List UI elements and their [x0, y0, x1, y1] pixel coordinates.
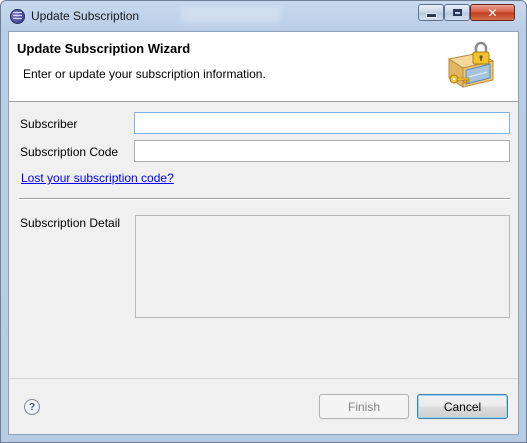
cancel-button[interactable]: Cancel — [417, 394, 508, 419]
title-bar[interactable]: Update Subscription ✕ — [1, 1, 526, 31]
maximize-icon — [452, 9, 462, 16]
subscriber-input[interactable] — [134, 112, 510, 134]
dialog-window: Update Subscription ✕ Update Subscriptio… — [0, 0, 527, 443]
wizard-body: Subscriber Subscription Code Lost your s… — [9, 102, 518, 392]
wizard-header: Update Subscription Wizard Enter or upda… — [9, 32, 518, 102]
footer-separator — [9, 378, 518, 379]
window-title: Update Subscription — [31, 9, 140, 23]
lost-subscription-code-link[interactable]: Lost your subscription code? — [21, 171, 174, 185]
title-ghost — [181, 7, 281, 23]
subscription-code-label: Subscription Code — [20, 145, 119, 159]
wizard-description: Enter or update your subscription inform… — [23, 67, 266, 81]
minimize-button[interactable] — [418, 4, 444, 21]
subscription-detail-box[interactable] — [135, 215, 510, 318]
minimize-icon — [425, 13, 437, 18]
wizard-title: Update Subscription Wizard — [17, 41, 191, 56]
subscription-detail-label: Subscription Detail — [20, 216, 121, 230]
subscriber-label: Subscriber — [20, 117, 78, 131]
close-button[interactable]: ✕ — [470, 4, 515, 21]
dialog-client: Update Subscription Wizard Enter or upda… — [8, 31, 519, 435]
form-separator — [19, 198, 510, 200]
subscription-code-input[interactable] — [134, 140, 510, 162]
help-icon[interactable]: ? — [24, 399, 40, 415]
eclipse-icon — [10, 9, 25, 24]
close-icon: ✕ — [487, 5, 498, 20]
finish-button[interactable]: Finish — [319, 394, 409, 419]
help-glyph: ? — [28, 401, 36, 413]
maximize-button[interactable] — [444, 4, 470, 21]
box-lock-key-icon — [447, 41, 495, 88]
